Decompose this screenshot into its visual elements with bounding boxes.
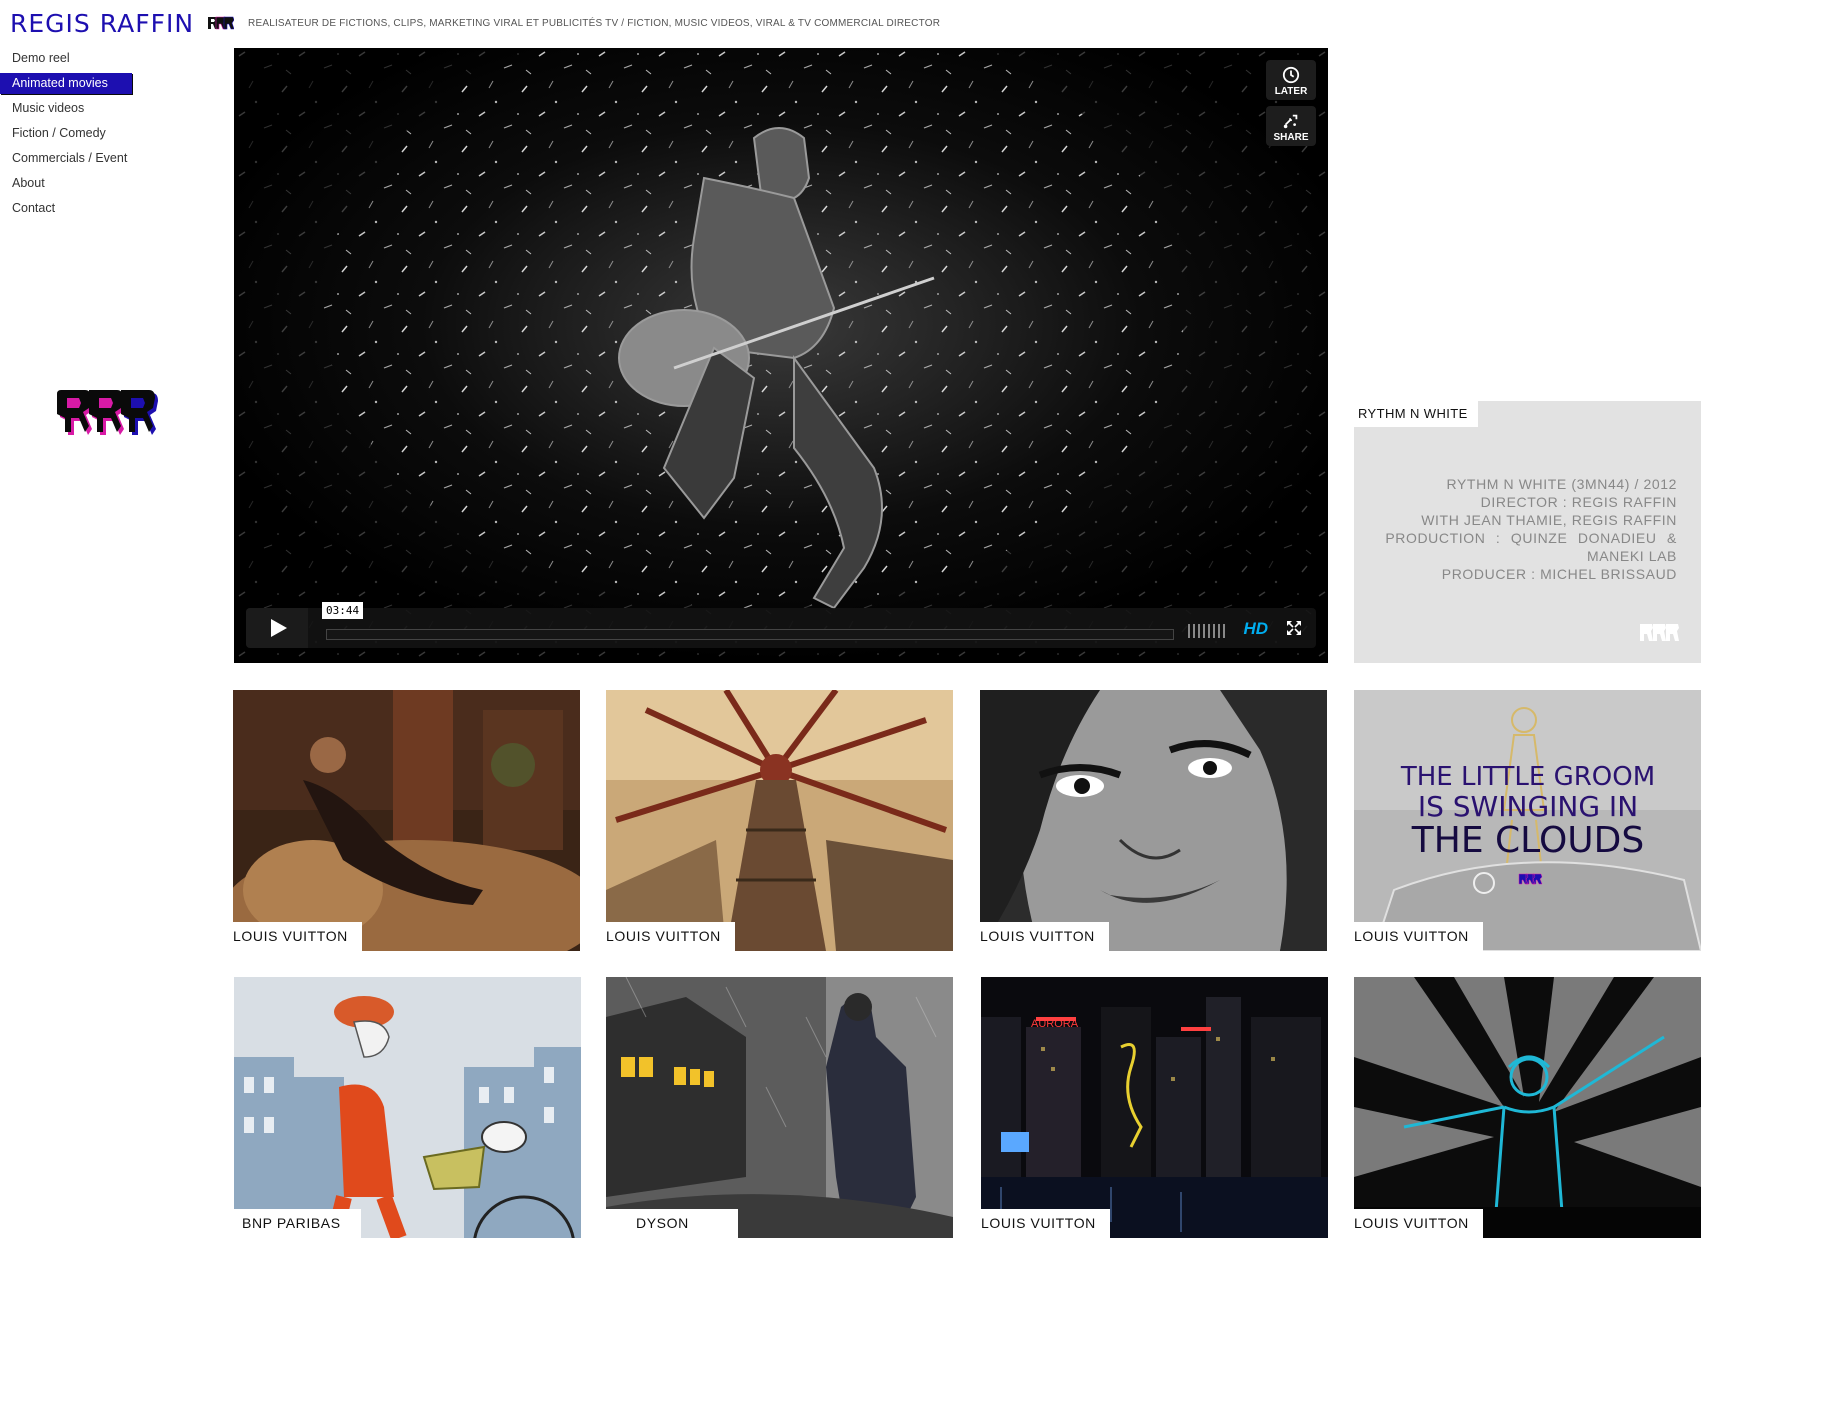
- thumbnail-label: LOUIS VUITTON: [981, 1209, 1110, 1238]
- fullscreen-icon[interactable]: [1286, 620, 1302, 636]
- thumbnail-image: [233, 690, 580, 951]
- thumbnail-label: LOUIS VUITTON: [233, 922, 362, 951]
- rrr-logo-icon: [1640, 624, 1679, 641]
- video-controls: 03:44 HD: [246, 602, 1316, 648]
- credit-line: RYTHM N WHITE (3MN44) / 2012: [1446, 476, 1677, 492]
- share-label: SHARE: [1273, 132, 1309, 143]
- play-button[interactable]: [246, 608, 308, 648]
- credit-line: PRODUCTION : QUINZE DONADIEU &: [1385, 530, 1677, 546]
- thumbnail-label: LOUIS VUITTON: [980, 922, 1109, 951]
- thumbnail-image: [1354, 977, 1701, 1238]
- thumbnail-8[interactable]: LOUIS VUITTON: [1354, 977, 1701, 1238]
- credit-line: PRODUCER : MICHEL BRISSAUD: [1441, 566, 1677, 582]
- volume-icon[interactable]: [1188, 624, 1228, 638]
- thumbnail-label: LOUIS VUITTON: [1354, 922, 1483, 951]
- thumbnail-label: BNP PARIBAS: [234, 1209, 361, 1238]
- thumbnail-image: [606, 977, 953, 1238]
- page: REGIS RAFFIN REALISATEUR DE FICTIONS, CL…: [0, 0, 1841, 1418]
- thumbnail-label: LOUIS VUITTON: [1354, 1209, 1483, 1238]
- video-frame: [234, 48, 1328, 663]
- video-progress-bar[interactable]: [326, 629, 1174, 640]
- thumbnail-overlay-text: THE LITTLE GROOM: [1400, 762, 1655, 792]
- site-header: REGIS RAFFIN REALISATEUR DE FICTIONS, CL…: [10, 8, 940, 38]
- clock-icon: [1282, 66, 1300, 84]
- site-brand[interactable]: REGIS RAFFIN: [10, 9, 194, 38]
- nav-item-contact[interactable]: Contact: [0, 198, 150, 219]
- thumbnail-image: [980, 690, 1327, 951]
- credit-line: DIRECTOR : REGIS RAFFIN: [1480, 494, 1677, 510]
- video-title: RYTHM N WHITE: [1354, 401, 1478, 427]
- nav-item-music-videos[interactable]: Music videos: [0, 98, 150, 119]
- video-timecode: 03:44: [322, 602, 364, 619]
- nav-item-fiction-comedy[interactable]: Fiction / Comedy: [0, 123, 150, 144]
- thumbnail-7[interactable]: AURORA LOUIS VUITTON: [981, 977, 1328, 1238]
- main-nav: Demo reel Animated movies Music videos F…: [0, 48, 150, 223]
- thumbnail-label: LOUIS VUITTON: [606, 922, 735, 951]
- later-label: LATER: [1274, 86, 1308, 97]
- thumbnail-image: [234, 977, 581, 1238]
- thumbnail-image: [606, 690, 953, 951]
- share-icon: [1283, 114, 1298, 129]
- share-button[interactable]: SHARE: [1266, 106, 1316, 146]
- nav-item-about[interactable]: About: [0, 173, 150, 194]
- thumbnail-label: DYSON: [606, 1209, 738, 1238]
- thumbnail-overlay-text: IS SWINGING IN: [1418, 790, 1638, 823]
- nav-item-animated-movies[interactable]: Animated movies: [0, 73, 132, 94]
- video-credits: RYTHM N WHITE (3MN44) / 2012 DIRECTOR : …: [1367, 475, 1677, 583]
- site-tagline: REALISATEUR DE FICTIONS, CLIPS, MARKETIN…: [248, 17, 941, 29]
- side-logo-icon: [55, 388, 165, 456]
- thumbnail-image: AURORA: [981, 977, 1328, 1238]
- thumbnail-4[interactable]: THE LITTLE GROOM IS SWINGING IN THE CLOU…: [1354, 690, 1701, 951]
- thumbnail-2[interactable]: LOUIS VUITTON: [606, 690, 953, 951]
- thumbnail-6[interactable]: DYSON: [606, 977, 953, 1238]
- play-icon: [271, 619, 287, 637]
- thumbnail-overlay-text: THE CLOUDS: [1411, 820, 1644, 861]
- thumbnail-3[interactable]: LOUIS VUITTON: [980, 690, 1327, 951]
- rrr-logo-icon[interactable]: [208, 15, 235, 31]
- credit-line: MANEKI LAB: [1586, 548, 1677, 564]
- nav-item-demo-reel[interactable]: Demo reel: [0, 48, 150, 69]
- thumbnail-image: THE LITTLE GROOM IS SWINGING IN THE CLOU…: [1354, 690, 1701, 951]
- thumbnail-5[interactable]: BNP PARIBAS: [234, 977, 581, 1238]
- nav-item-commercials-event[interactable]: Commercials / Event: [0, 148, 150, 169]
- credit-line: WITH JEAN THAMIE, REGIS RAFFIN: [1421, 512, 1677, 528]
- hd-toggle[interactable]: HD: [1243, 619, 1268, 639]
- video-player[interactable]: LATER SHARE 03:44 HD: [234, 48, 1328, 663]
- thumbnail-1[interactable]: LOUIS VUITTON: [233, 690, 580, 951]
- watch-later-button[interactable]: LATER: [1266, 60, 1316, 100]
- video-info-panel: RYTHM N WHITE RYTHM N WHITE (3MN44) / 20…: [1354, 401, 1701, 663]
